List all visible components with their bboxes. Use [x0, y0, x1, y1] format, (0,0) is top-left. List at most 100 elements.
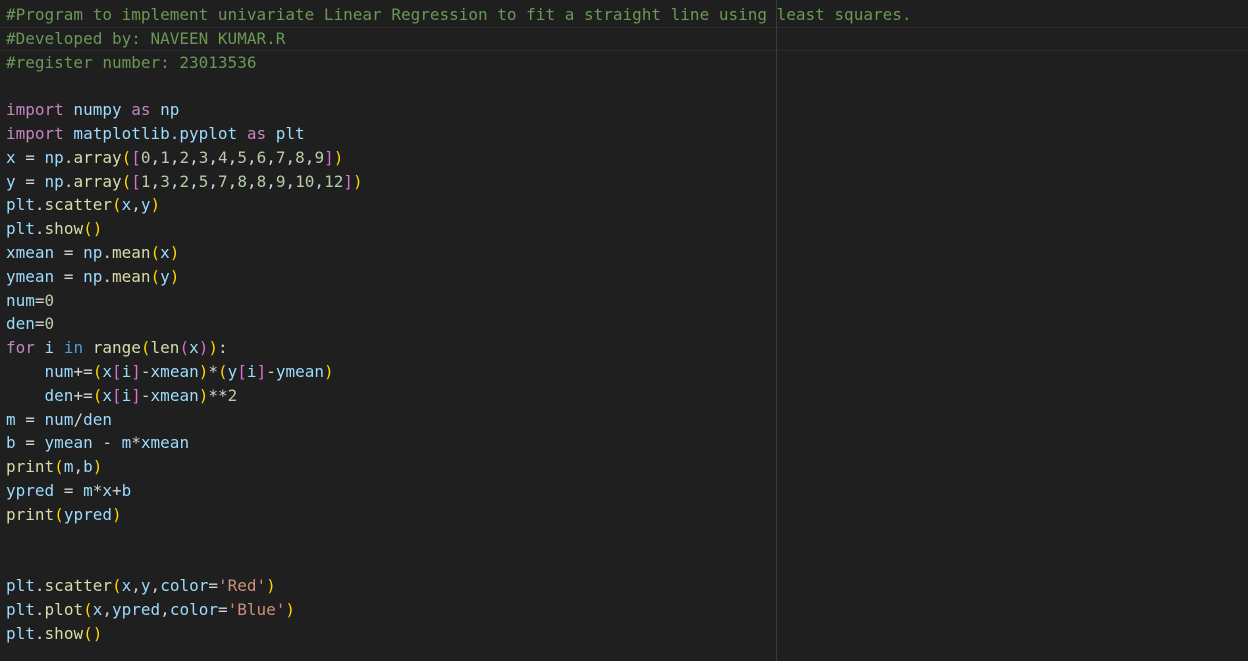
code-token: =: [54, 242, 84, 262]
code-line[interactable]: ypred = m*x+b: [6, 479, 911, 503]
code-token: ,: [208, 171, 219, 191]
code-token: #Developed by: NAVEEN KUMAR.R: [6, 28, 286, 48]
code-token: .: [34, 195, 45, 215]
code-token: .: [34, 623, 45, 643]
code-line[interactable]: xmean = np.mean(x): [6, 241, 911, 265]
code-token: i: [121, 361, 132, 381]
code-token: ): [169, 242, 180, 262]
code-line[interactable]: print(ypred): [6, 503, 911, 527]
code-token: 7: [275, 147, 286, 167]
code-line[interactable]: den=0: [6, 312, 911, 336]
code-line[interactable]: ​: [6, 74, 911, 98]
code-token: ,: [150, 147, 161, 167]
code-line[interactable]: den+=(x[i]-xmean)**2: [6, 384, 911, 408]
code-token: =: [54, 266, 84, 286]
code-token: ): [198, 385, 209, 405]
code-token: np: [44, 147, 64, 167]
code-token: np: [83, 266, 103, 286]
code-token: [: [111, 385, 122, 405]
code-line[interactable]: ​: [6, 527, 911, 551]
code-token: 'Red': [218, 576, 267, 596]
code-token: ,: [266, 147, 276, 167]
code-token: xmean: [6, 242, 55, 262]
code-line[interactable]: import matplotlib.pyplot as plt: [6, 122, 911, 146]
code-line[interactable]: plt.scatter(x,y): [6, 193, 911, 217]
code-line[interactable]: num+=(x[i]-xmean)*(y[i]-ymean): [6, 360, 911, 384]
code-token: ): [352, 171, 363, 191]
code-token: ,: [285, 171, 296, 191]
code-token: -: [266, 361, 276, 381]
code-token: (: [218, 361, 228, 381]
code-token: show: [44, 219, 84, 239]
code-token: ): [198, 338, 209, 358]
code-token: ]: [131, 385, 141, 405]
code-line[interactable]: print(m,b): [6, 455, 911, 479]
code-token: ): [150, 195, 161, 215]
code-token: ): [111, 504, 122, 524]
code-token: 7: [218, 171, 228, 191]
code-token: .: [102, 242, 112, 262]
code-line[interactable]: plt.plot(x,ypred,color='Blue'): [6, 598, 911, 622]
code-token: [: [131, 171, 141, 191]
code-token: np: [150, 100, 180, 120]
code-token: 12: [324, 171, 344, 191]
code-line[interactable]: import numpy as np: [6, 98, 911, 122]
code-token: ,: [160, 599, 170, 619]
code-token: ): [266, 576, 276, 596]
code-token: -: [140, 385, 151, 405]
code-token: plt: [266, 123, 305, 143]
code-token: 2: [179, 147, 190, 167]
code-token: =: [34, 314, 45, 334]
code-line[interactable]: plt.show(): [6, 622, 911, 646]
code-token: len: [150, 338, 180, 358]
code-token: =: [15, 433, 45, 453]
code-token: plt: [6, 195, 35, 215]
code-line[interactable]: x = np.array([0,1,2,3,4,5,6,7,8,9]): [6, 146, 911, 170]
code-token: x: [102, 361, 112, 381]
code-token: i: [34, 338, 64, 358]
code-token: 5: [198, 171, 209, 191]
code-line[interactable]: for i in range(len(x)):: [6, 336, 911, 360]
code-token: ,: [285, 147, 296, 167]
code-token: y: [140, 195, 151, 215]
code-token: .: [34, 599, 45, 619]
code-line[interactable]: #Developed by: NAVEEN KUMAR.R: [6, 27, 911, 51]
code-line[interactable]: #Program to implement univariate Linear …: [6, 3, 911, 27]
code-token: show: [44, 623, 84, 643]
code-token: ): [198, 361, 209, 381]
code-token: -: [140, 361, 151, 381]
code-token: /: [73, 409, 84, 429]
code-token: xmean: [150, 385, 199, 405]
code-token: color: [169, 599, 218, 619]
code-token: =: [54, 480, 84, 500]
code-line[interactable]: plt.show(): [6, 217, 911, 241]
code-line[interactable]: num=0: [6, 289, 911, 313]
code-token: 0: [140, 147, 151, 167]
code-token: .: [34, 219, 45, 239]
code-token: .: [34, 576, 45, 596]
code-line[interactable]: y = np.array([1,3,2,5,7,8,8,9,10,12]): [6, 170, 911, 194]
code-token: 9: [275, 171, 286, 191]
code-token: [: [237, 361, 247, 381]
code-token: ymean: [44, 433, 93, 453]
code-line[interactable]: ymean = np.mean(y): [6, 265, 911, 289]
code-line[interactable]: m = num/den: [6, 408, 911, 432]
code-line[interactable]: plt.scatter(x,y,color='Red'): [6, 574, 911, 598]
code-token: +=: [73, 385, 93, 405]
code-token: import: [6, 100, 64, 120]
code-token: plt: [6, 576, 35, 596]
code-token: plt: [6, 599, 35, 619]
code-token: color: [160, 576, 209, 596]
code-token: -: [92, 433, 122, 453]
code-token: ,: [227, 147, 238, 167]
code-token: x: [102, 480, 112, 500]
code-token: 1: [160, 147, 170, 167]
code-area[interactable]: #Program to implement univariate Linear …: [6, 3, 911, 646]
code-editor[interactable]: #Program to implement univariate Linear …: [0, 0, 1248, 661]
code-line[interactable]: #register number: 23013536: [6, 51, 911, 75]
code-token: ,: [150, 576, 161, 596]
code-line[interactable]: b = ymean - m*xmean: [6, 431, 911, 455]
code-token: matplotlib.pyplot: [63, 123, 247, 143]
code-line[interactable]: ​: [6, 550, 911, 574]
code-token: x: [92, 599, 103, 619]
